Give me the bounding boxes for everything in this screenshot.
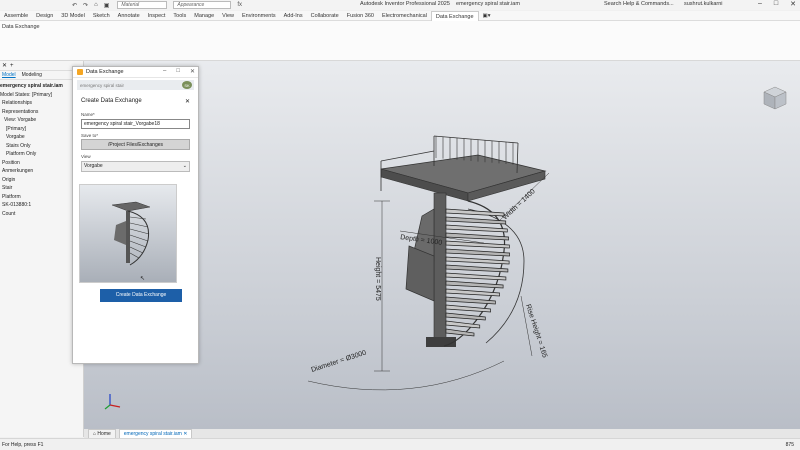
browser-tabs: Model Modeling xyxy=(0,71,83,80)
ribbon-tab-tools[interactable]: Tools xyxy=(169,11,190,21)
dialog-heading: Create Data Exchange xyxy=(81,98,142,104)
search-help-input[interactable]: Search Help & Commands... xyxy=(604,1,676,9)
dialog-subtitle: emergency spiral stair xyxy=(80,82,125,88)
ribbon-tab-environments[interactable]: Environments xyxy=(238,11,280,21)
ribbon-tab-view[interactable]: View xyxy=(218,11,238,21)
axis-triad-icon xyxy=(104,394,121,410)
width-dimension: Width = 1400 xyxy=(502,188,537,221)
home-icon[interactable]: ⌂ xyxy=(94,2,98,9)
browser-tab-model[interactable]: Model xyxy=(2,72,16,78)
document-tabs: ⌂ Home emergency spiral stair.iam ✕ xyxy=(84,428,800,439)
browser-node[interactable]: emergency spiral stair.iam xyxy=(0,82,83,91)
doc-tab-assembly-label: emergency spiral stair.iam xyxy=(123,430,182,437)
browser-header: ✕ + xyxy=(0,61,83,71)
view-select[interactable]: Vorgabe ⌄ xyxy=(81,160,190,172)
browser-node[interactable]: Platform Only xyxy=(0,150,83,159)
ribbon-panel-label: Data Exchange xyxy=(2,24,40,30)
status-text: For Help, press F1 xyxy=(2,441,44,448)
view-label: View xyxy=(81,154,91,159)
ribbon-tab-assemble[interactable]: Assemble xyxy=(0,11,32,21)
svg-text:↖: ↖ xyxy=(140,276,145,282)
dialog-maximize-icon[interactable]: □ xyxy=(176,68,180,75)
dialog-close-icon[interactable]: ✕ xyxy=(190,68,195,75)
dialog-context-bar: emergency spiral stair SK xyxy=(77,80,194,90)
browser-tree: emergency spiral stair.iam Model States: … xyxy=(0,80,83,218)
appearance-dropdown[interactable]: Appearance xyxy=(173,1,232,9)
redo-icon[interactable]: ↷ xyxy=(83,2,88,9)
save-to-label: Save to* xyxy=(81,132,99,138)
doc-tab-home-label: Home xyxy=(97,430,111,437)
browser-node[interactable]: Stair xyxy=(0,184,83,193)
doc-tab-assembly[interactable]: emergency spiral stair.iam ✕ xyxy=(118,428,193,439)
ribbon-panel: Data Exchange xyxy=(0,21,800,61)
browser-node[interactable]: SK-013880:1 xyxy=(0,201,83,210)
browser-node[interactable]: Stairs Only xyxy=(0,142,83,151)
ribbon-tab-manage[interactable]: Manage xyxy=(190,11,218,21)
browser-node[interactable]: Position xyxy=(0,159,83,168)
ribbon-tab-design[interactable]: Design xyxy=(32,11,57,21)
ribbon-tab-3d-model[interactable]: 3D Model xyxy=(57,11,89,21)
dialog-form-close-icon[interactable]: ✕ xyxy=(185,98,190,105)
formula-icon[interactable]: fx xyxy=(237,2,242,8)
stair-preview-icon: ↖ xyxy=(111,201,151,282)
save-icon[interactable]: ▣ xyxy=(104,2,110,9)
minimize-icon[interactable]: – xyxy=(758,0,762,8)
ribbon-tab-electromechanical[interactable]: Electromechanical xyxy=(378,11,431,21)
data-exchange-window: Data Exchange – □ ✕ emergency spiral sta… xyxy=(72,66,199,364)
save-to-button[interactable]: /Project Files/Exchanges xyxy=(81,139,190,150)
ribbon-tab-add-ins[interactable]: Add-Ins xyxy=(280,11,307,21)
browser-node[interactable]: Relationships xyxy=(0,99,83,108)
name-input[interactable]: emergency spiral stair_Vorgabe18 xyxy=(81,118,190,129)
ribbon-tab-sketch[interactable]: Sketch xyxy=(89,11,114,21)
close-browser-icon[interactable]: ✕ xyxy=(2,62,7,69)
browser-node[interactable]: Representations xyxy=(0,108,83,117)
ribbon-tab-inspect[interactable]: Inspect xyxy=(144,11,170,21)
ribbon-tabs: Assemble Design 3D Model Sketch Annotate Insp… xyxy=(0,10,800,21)
viewcube-icon[interactable] xyxy=(762,85,788,111)
ribbon-tab-fusion-360[interactable]: Fusion 360 xyxy=(343,11,378,21)
browser-node[interactable]: Anmerkungen xyxy=(0,167,83,176)
user-account[interactable]: sushrut.kulkarni xyxy=(684,1,723,7)
ribbon-tab-data-exchange[interactable]: Data Exchange xyxy=(430,10,479,21)
browser-node[interactable]: Count xyxy=(0,210,83,219)
window-controls: – □ ✕ xyxy=(758,0,796,8)
app-title: Autodesk Inventor Professional 2025 xyxy=(360,1,450,7)
view-select-value: Vorgabe xyxy=(84,163,103,169)
ribbon-more-icon[interactable]: ▣▾ xyxy=(479,11,495,21)
doc-tab-home[interactable]: ⌂ Home xyxy=(88,428,116,439)
browser-node[interactable]: Vorgabe xyxy=(0,133,83,142)
browser-node[interactable]: Origin xyxy=(0,176,83,185)
browser-node[interactable]: Platform xyxy=(0,193,83,202)
create-data-exchange-button[interactable]: Create Data Exchange xyxy=(100,288,182,302)
data-exchange-logo-icon xyxy=(77,69,83,75)
ribbon-tab-annotate[interactable]: Annotate xyxy=(114,11,144,21)
user-avatar[interactable]: SK xyxy=(182,81,192,89)
material-dropdown[interactable]: Material xyxy=(117,1,168,9)
dialog-body: Create Data Exchange ✕ Name* emergency s… xyxy=(73,90,198,176)
dialog-minimize-icon[interactable]: – xyxy=(163,68,166,75)
diameter-dimension: Diameter = Ø3000 xyxy=(310,349,367,373)
close-icon[interactable]: ✕ xyxy=(790,0,796,8)
status-count: 875 xyxy=(785,442,794,448)
chevron-down-icon: ⌄ xyxy=(182,163,187,169)
status-bar: For Help, press F1 875 xyxy=(0,438,800,450)
browser-node[interactable]: Model States: [Primary] xyxy=(0,91,83,100)
name-label: Name* xyxy=(81,112,95,117)
maximize-icon[interactable]: □ xyxy=(774,0,778,8)
dialog-titlebar: Data Exchange – □ ✕ xyxy=(73,67,198,78)
undo-icon[interactable]: ↶ xyxy=(72,2,77,9)
browser-tab-modeling[interactable]: Modeling xyxy=(22,72,42,78)
add-icon[interactable]: + xyxy=(10,63,14,69)
browser-node[interactable]: [Primary] xyxy=(0,125,83,134)
window-title: Autodesk Inventor Professional 2025 emer… xyxy=(360,1,520,7)
title-bar: ↶ ↷ ⌂ ▣ Material Appearance fx Autodesk … xyxy=(0,0,800,10)
height-dimension: Height = 5475 xyxy=(374,257,381,301)
model-preview-image: ↖ xyxy=(79,183,177,283)
quick-access-toolbar: ↶ ↷ ⌂ ▣ xyxy=(72,2,109,9)
browser-node[interactable]: View: Vorgabe xyxy=(0,116,83,125)
document-title: emergency spiral stair.iam xyxy=(456,1,520,7)
ribbon-tab-collaborate[interactable]: Collaborate xyxy=(307,11,343,21)
dialog-window-title: Data Exchange xyxy=(86,69,124,75)
